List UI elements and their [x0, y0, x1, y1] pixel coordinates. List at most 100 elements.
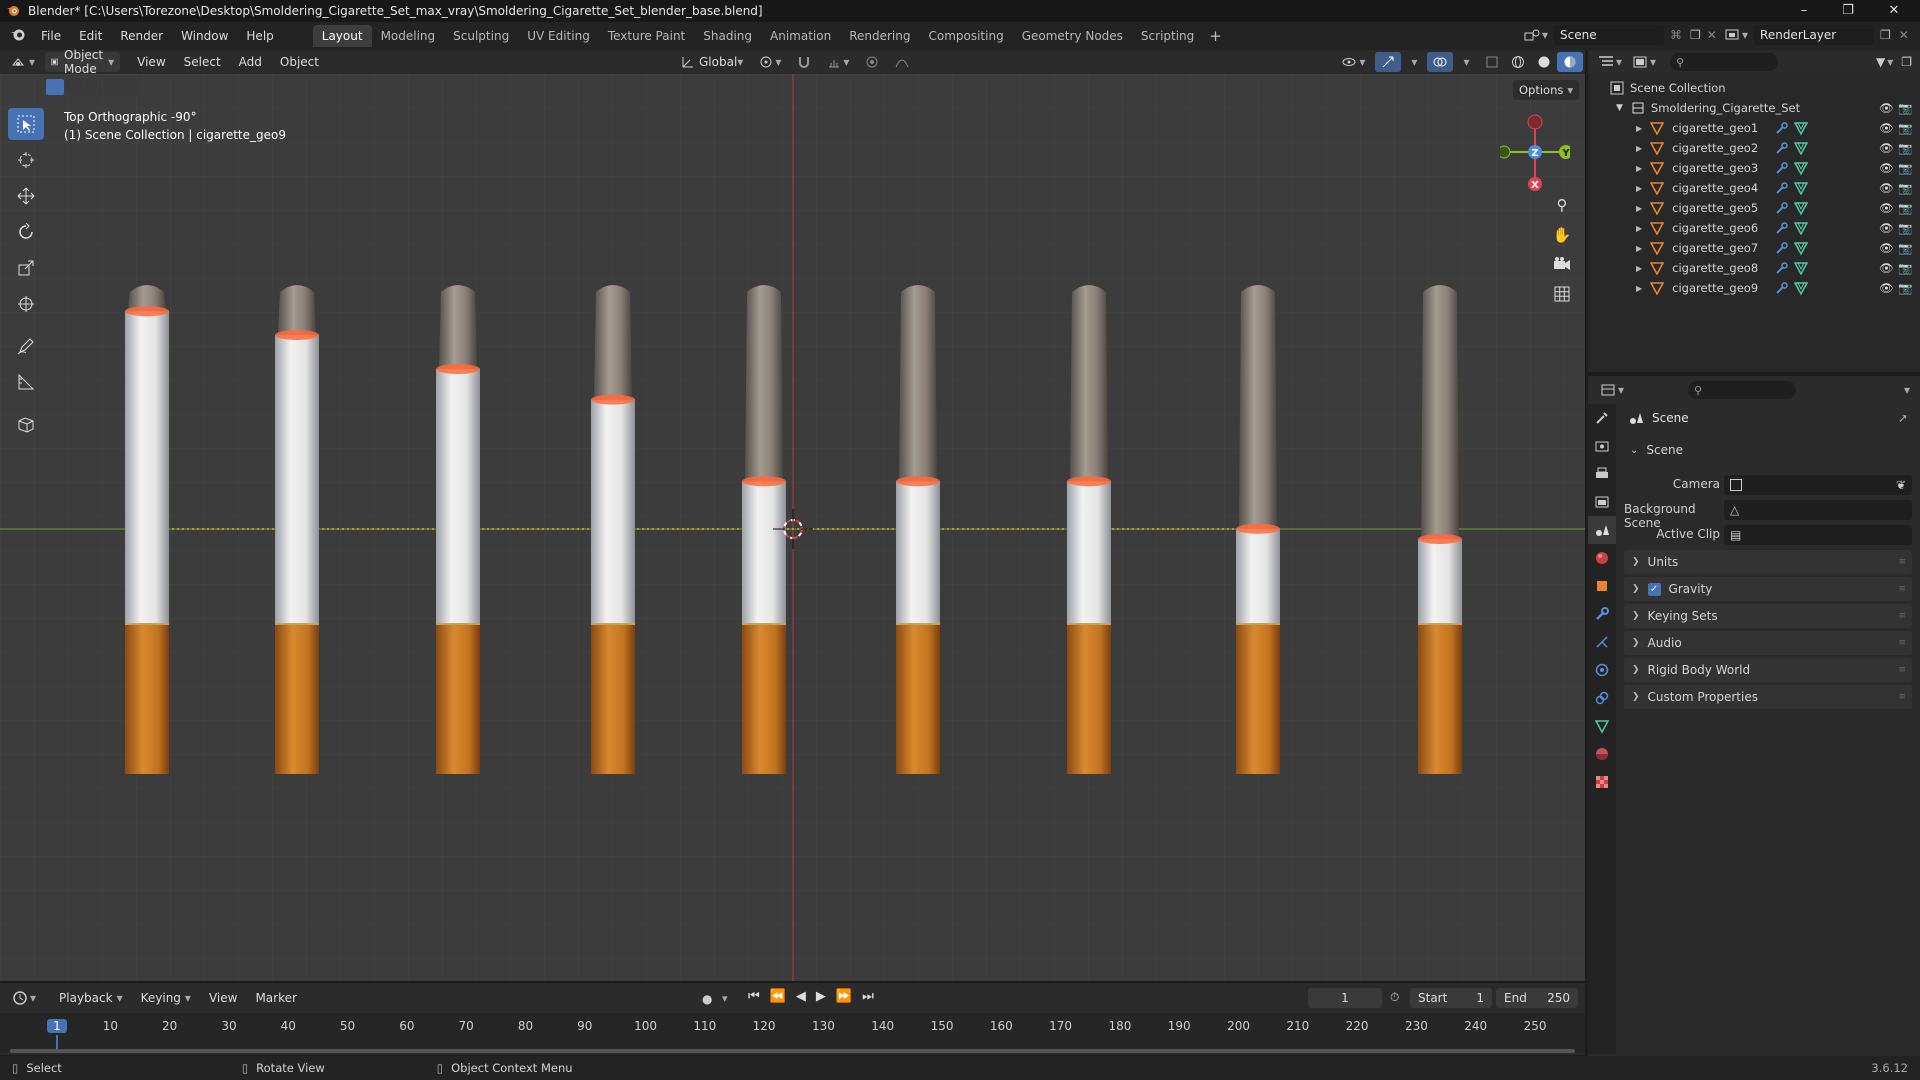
scene-tab[interactable] — [1588, 516, 1616, 544]
expand-arrow-icon[interactable]: ▶ — [1636, 144, 1642, 153]
workspace-tab-animation[interactable]: Animation — [761, 25, 840, 47]
delete-renderlayer-icon[interactable]: ✕ — [1899, 28, 1909, 42]
add-workspace-icon[interactable]: + — [1209, 27, 1222, 45]
outliner-row-object[interactable]: ▶ cigarette_geo2 👁 📷 — [1588, 138, 1920, 158]
material-tab[interactable] — [1588, 740, 1616, 768]
frame-ruler[interactable]: 1 10 20 30 40 50 60 70 80 90 100 110 120 130 140 150 160… — [0, 1013, 1585, 1053]
workspace-tab-scripting[interactable]: Scripting — [1132, 25, 1203, 47]
outliner-search-input[interactable]: ⚲ — [1670, 53, 1779, 71]
scene-panel-header[interactable]: ⌄ Scene — [1624, 438, 1912, 462]
modifier-wrench-icon[interactable] — [1775, 221, 1789, 235]
eye-icon[interactable]: 👁 — [1879, 121, 1894, 135]
gizmo-dropdown[interactable]: ▾ — [1405, 52, 1423, 72]
zoom-icon[interactable]: ⚲ — [1552, 196, 1572, 216]
select-box-tool[interactable] — [8, 108, 44, 140]
properties-search-input[interactable]: ⚲ — [1688, 381, 1797, 399]
panel-custom-properties[interactable]: ❯ Custom Properties ≡ — [1624, 685, 1912, 709]
snap-target-button[interactable]: ▾ — [821, 52, 855, 72]
menu-help[interactable]: Help — [237, 29, 282, 43]
outliner-row-object[interactable]: ▶ cigarette_geo4 👁 📷 — [1588, 178, 1920, 198]
outliner-row-object[interactable]: ▶ cigarette_geo5 👁 📷 — [1588, 198, 1920, 218]
menu-render[interactable]: Render — [111, 29, 172, 43]
cigarette-cigarette_geo7[interactable] — [1067, 285, 1111, 774]
shading-wireframe-button[interactable] — [1505, 52, 1531, 72]
renderlayer-selector[interactable]: ▾ RenderLayer ❐ ✕ — [1724, 25, 1920, 45]
render-tab[interactable] — [1588, 432, 1616, 460]
chevron-down-icon[interactable]: ▾ — [722, 992, 728, 1005]
modifier-wrench-icon[interactable] — [1775, 181, 1789, 195]
drag-handle-icon[interactable]: ≡ — [1898, 557, 1906, 567]
blender-menu-icon[interactable] — [10, 27, 26, 46]
eye-icon[interactable]: 👁 — [1879, 261, 1894, 275]
gizmo-toggle[interactable] — [1375, 52, 1402, 72]
new-scene-icon[interactable]: ❐ — [1690, 28, 1701, 42]
modifier-wrench-icon[interactable] — [1775, 141, 1789, 155]
delete-scene-icon[interactable]: ✕ — [1707, 28, 1717, 42]
output-tab[interactable] — [1588, 460, 1616, 488]
next-keyframe-icon[interactable]: ⏩ — [836, 989, 852, 1004]
camera-render-icon[interactable]: 📷 — [1898, 181, 1912, 195]
cigarette-cigarette_geo1[interactable] — [125, 285, 169, 774]
properties-editor-type-button[interactable]: ▾ — [1600, 383, 1624, 397]
modifier-wrench-icon[interactable] — [1775, 161, 1789, 175]
prev-keyframe-icon[interactable]: ⏪ — [770, 989, 786, 1004]
property-field[interactable]: △ — [1724, 500, 1912, 520]
modifiers-tab[interactable] — [1588, 600, 1616, 628]
workspace-tab-geometry-nodes[interactable]: Geometry Nodes — [1013, 25, 1132, 47]
measure-tool[interactable] — [8, 366, 44, 398]
outliner-row-object[interactable]: ▶ cigarette_geo1 👁 📷 — [1588, 118, 1920, 138]
end-frame-field[interactable]: End 250 — [1496, 988, 1578, 1008]
modifier-wrench-icon[interactable] — [1775, 121, 1789, 135]
outliner-editor-type-button[interactable]: ▾ — [1598, 55, 1622, 69]
xray-toggle[interactable] — [1479, 52, 1505, 72]
viewport-menu-select[interactable]: Select — [175, 55, 230, 69]
workspace-tab-layout[interactable]: Layout — [312, 25, 372, 47]
workspace-tab-rendering[interactable]: Rendering — [840, 25, 919, 47]
select-extend-icon[interactable] — [65, 79, 83, 95]
data-tab[interactable] — [1588, 712, 1616, 740]
camera-render-icon[interactable]: 📷 — [1898, 141, 1912, 155]
expand-arrow-icon[interactable]: ▶ — [1636, 204, 1642, 213]
pivot-point-button[interactable]: ▾ — [753, 52, 787, 72]
pin-icon[interactable]: ➚ — [1898, 411, 1908, 425]
drag-handle-icon[interactable]: ≡ — [1898, 584, 1906, 594]
select-new-icon[interactable] — [46, 79, 64, 95]
menu-file[interactable]: File — [32, 29, 70, 43]
close-window-button[interactable]: ✕ — [1872, 0, 1916, 22]
eye-icon[interactable]: 👁 — [1879, 181, 1894, 195]
menu-window[interactable]: Window — [172, 29, 237, 43]
cursor-tool[interactable] — [8, 144, 44, 176]
eye-icon[interactable]: 👁 — [1879, 161, 1894, 175]
transform-tool[interactable] — [8, 288, 44, 320]
panel-keying-sets[interactable]: ❯ Keying Sets ≡ — [1624, 604, 1912, 628]
outliner-row-collection[interactable]: ▼ Smoldering_Cigarette_Set 👁 📷 — [1588, 98, 1920, 118]
eye-icon[interactable]: 👁 — [1879, 101, 1894, 115]
world-tab[interactable] — [1588, 544, 1616, 572]
new-renderlayer-icon[interactable]: ❐ — [1880, 28, 1891, 42]
shading-material-button[interactable] — [1557, 52, 1584, 72]
camera-render-icon[interactable]: 📷 — [1898, 281, 1912, 295]
timeline-editor-type-button[interactable]: ▾ — [12, 990, 36, 1006]
cigarette-cigarette_geo3[interactable] — [436, 285, 480, 774]
play-icon[interactable]: ▶ — [816, 989, 826, 1004]
outliner-row-object[interactable]: ▶ cigarette_geo3 👁 📷 — [1588, 158, 1920, 178]
particles-tab[interactable] — [1588, 628, 1616, 656]
camera-render-icon[interactable]: 📷 — [1898, 201, 1912, 215]
cigarette-cigarette_geo9[interactable] — [1418, 285, 1462, 774]
renderlayer-name-field[interactable]: RenderLayer — [1754, 25, 1875, 45]
rotate-tool[interactable] — [8, 216, 44, 248]
mesh-data-icon[interactable] — [1794, 161, 1808, 175]
jump-end-icon[interactable]: ⏭ — [862, 989, 874, 1004]
display-mode-button[interactable]: ▾ — [1632, 55, 1656, 69]
workspace-tab-uv-editing[interactable]: UV Editing — [518, 25, 599, 47]
mesh-data-icon[interactable] — [1794, 201, 1808, 215]
overlays-toggle[interactable] — [1427, 52, 1454, 72]
eye-icon[interactable]: 👁 — [1879, 201, 1894, 215]
workspace-tab-texture-paint[interactable]: Texture Paint — [599, 25, 694, 47]
viewport-canvas[interactable] — [0, 74, 1585, 981]
modifier-wrench-icon[interactable] — [1775, 201, 1789, 215]
mesh-data-icon[interactable] — [1794, 181, 1808, 195]
eyedropper-icon[interactable]: ❦ — [1896, 478, 1906, 492]
restore-button[interactable]: ❐ — [1826, 0, 1870, 22]
expand-arrow-icon[interactable]: ▶ — [1636, 184, 1642, 193]
